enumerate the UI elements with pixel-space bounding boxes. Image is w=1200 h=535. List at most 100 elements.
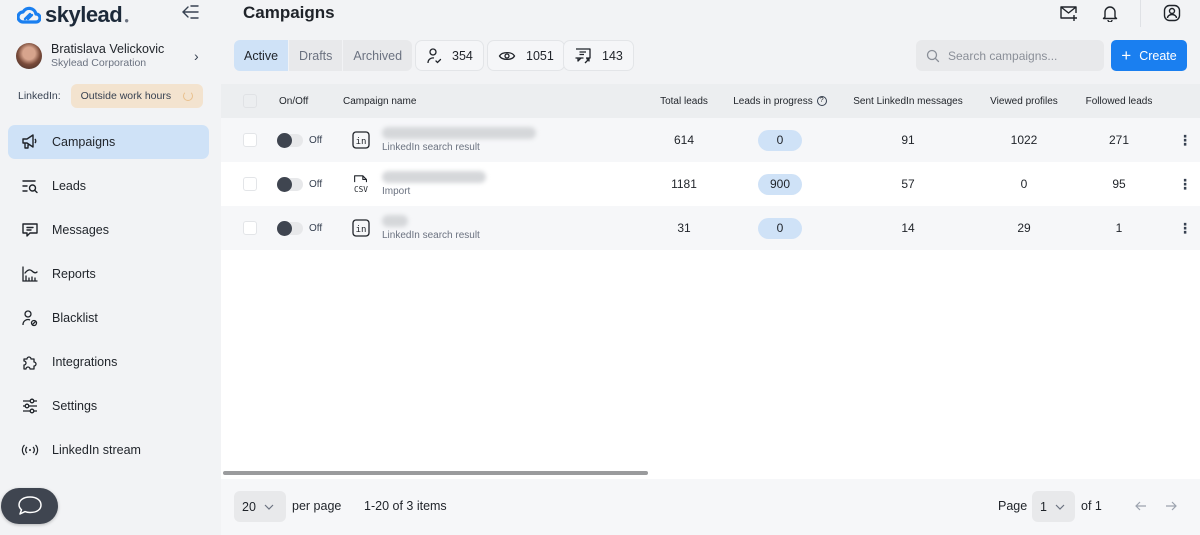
campaign-source: Import — [382, 186, 411, 197]
sidebar: skylead ● Bratislava Velickovic Skylead … — [0, 0, 221, 535]
total-leads: 1181 — [671, 177, 697, 191]
select-all-checkbox[interactable] — [243, 94, 257, 108]
puzzle-icon — [20, 352, 40, 372]
campaign-name-redacted[interactable] — [382, 215, 408, 227]
arrow-right-icon — [1166, 501, 1177, 511]
campaign-name-redacted[interactable] — [382, 127, 536, 139]
followed-leads: 271 — [1108, 133, 1130, 147]
help-icon[interactable]: ? — [816, 96, 827, 106]
tab-drafts[interactable]: Drafts — [289, 40, 344, 71]
message-reply-icon — [575, 47, 591, 63]
table-row[interactable]: Off in LinkedIn search result 614 0 91 1… — [221, 118, 1200, 162]
invite-mail-button[interactable] — [1059, 3, 1079, 23]
chat-support-button[interactable] — [1, 488, 58, 524]
linkedin-icon: in — [351, 217, 371, 239]
column-header-viewed-profiles[interactable]: Viewed profiles — [981, 96, 1067, 107]
more-actions-icon[interactable]: ⋮ — [1171, 132, 1199, 149]
campaign-source: LinkedIn search result — [382, 230, 480, 241]
tab-active[interactable]: Active — [234, 40, 290, 71]
toggle-status: Off — [309, 134, 323, 146]
horizontal-scrollbar[interactable] — [223, 471, 648, 475]
leads-in-progress-badge: 900 — [758, 173, 802, 195]
next-page-button[interactable] — [1162, 497, 1180, 515]
table-row[interactable]: Off in LinkedIn search result 31 0 14 29… — [221, 206, 1200, 250]
sidebar-item-label: Campaigns — [52, 135, 116, 149]
campaign-toggle[interactable] — [277, 220, 303, 236]
svg-text:in: in — [356, 137, 367, 147]
toggle-status: Off — [309, 222, 323, 234]
cloud-logo-icon — [17, 6, 41, 24]
campaign-toggle[interactable] — [277, 176, 303, 192]
stat-leads-chip[interactable]: 354 — [415, 40, 484, 71]
tab-archived[interactable]: Archived — [343, 40, 413, 71]
sidebar-item-leads[interactable]: Leads — [8, 169, 209, 203]
user-check-icon — [427, 47, 442, 63]
row-checkbox[interactable] — [243, 177, 257, 191]
column-header-sent-messages[interactable]: Sent LinkedIn messages — [835, 96, 981, 107]
collapse-sidebar-button[interactable] — [181, 3, 203, 23]
linkedin-status-text: Outside work hours — [80, 90, 172, 102]
leads-search-icon — [20, 176, 40, 196]
eye-icon — [498, 51, 516, 60]
create-campaign-button[interactable]: + Create — [1111, 40, 1187, 71]
sent-messages: 14 — [901, 221, 915, 235]
per-page-select[interactable]: 20 — [234, 491, 286, 522]
column-header-onoff[interactable]: On/Off — [271, 96, 343, 107]
sidebar-item-reports[interactable]: Reports — [8, 257, 209, 291]
notifications-button[interactable] — [1100, 3, 1120, 23]
sent-messages: 91 — [901, 133, 915, 147]
search-input[interactable] — [948, 48, 1098, 63]
followed-leads: 1 — [1115, 221, 1123, 235]
stat-value: 1051 — [526, 48, 554, 63]
more-actions-icon[interactable]: ⋮ — [1171, 176, 1199, 193]
column-header-name[interactable]: Campaign name — [343, 96, 643, 107]
linkedin-icon: in — [351, 129, 371, 151]
column-header-total-leads[interactable]: Total leads — [643, 96, 725, 107]
sidebar-item-label: Reports — [52, 267, 96, 281]
arrow-left-icon — [1135, 501, 1146, 511]
svg-text:CSV: CSV — [354, 185, 368, 194]
page-select[interactable]: 1 — [1032, 491, 1075, 522]
collapse-icon — [182, 5, 199, 19]
search-box — [916, 40, 1104, 71]
bell-icon — [1102, 6, 1118, 22]
column-header-leads-in-progress[interactable]: Leads in progress ? — [725, 96, 835, 107]
sidebar-item-label: Integrations — [52, 355, 118, 369]
broadcast-icon — [20, 440, 40, 460]
more-actions-icon[interactable]: ⋮ — [1171, 220, 1199, 237]
stat-replies-chip[interactable]: 143 — [563, 40, 634, 71]
pagination-bar: 20 per page 1-20 of 3 items Page 1 of 1 — [221, 479, 1200, 535]
sidebar-item-blacklist[interactable]: Blacklist — [8, 301, 209, 335]
stat-value: 143 — [602, 48, 623, 63]
sidebar-item-label: Leads — [52, 179, 87, 193]
sidebar-item-settings[interactable]: Settings — [8, 389, 209, 423]
avatar — [16, 43, 42, 69]
followed-leads: 95 — [1112, 177, 1126, 191]
csv-file-icon: CSV — [351, 173, 371, 195]
sidebar-item-linkedin-stream[interactable]: LinkedIn stream — [8, 433, 209, 467]
campaign-toggle[interactable] — [277, 132, 303, 148]
profile-switcher[interactable]: Bratislava Velickovic Skylead Corporatio… — [16, 40, 206, 72]
row-checkbox[interactable] — [243, 221, 257, 235]
leads-in-progress-badge: 0 — [758, 217, 802, 239]
logo[interactable]: skylead ● — [17, 2, 129, 28]
column-header-followed-leads[interactable]: Followed leads — [1067, 96, 1171, 107]
topbar-divider — [1140, 0, 1141, 27]
sidebar-item-label: Settings — [52, 399, 98, 413]
logo-registered-mark: ● — [124, 15, 130, 25]
search-icon — [926, 49, 940, 62]
row-checkbox[interactable] — [243, 133, 257, 147]
sidebar-item-integrations[interactable]: Integrations — [8, 345, 209, 379]
sidebar-item-messages[interactable]: Messages — [8, 213, 209, 247]
loading-spinner-icon — [182, 91, 193, 101]
stat-views-chip[interactable]: 1051 — [487, 40, 565, 71]
prev-page-button[interactable] — [1132, 497, 1150, 515]
linkedin-status-badge[interactable]: Outside work hours — [70, 84, 203, 108]
account-button[interactable] — [1162, 3, 1182, 23]
campaign-name-redacted[interactable] — [382, 171, 486, 183]
items-range: 1-20 of 3 items — [364, 499, 447, 513]
table-header: On/Off Campaign name Total leads Leads i… — [221, 84, 1200, 118]
logo-text: skylead — [45, 2, 123, 27]
sidebar-item-campaigns[interactable]: Campaigns — [8, 125, 209, 159]
table-row[interactable]: Off CSV Import 1181 900 57 0 95 ⋮ — [221, 162, 1200, 206]
